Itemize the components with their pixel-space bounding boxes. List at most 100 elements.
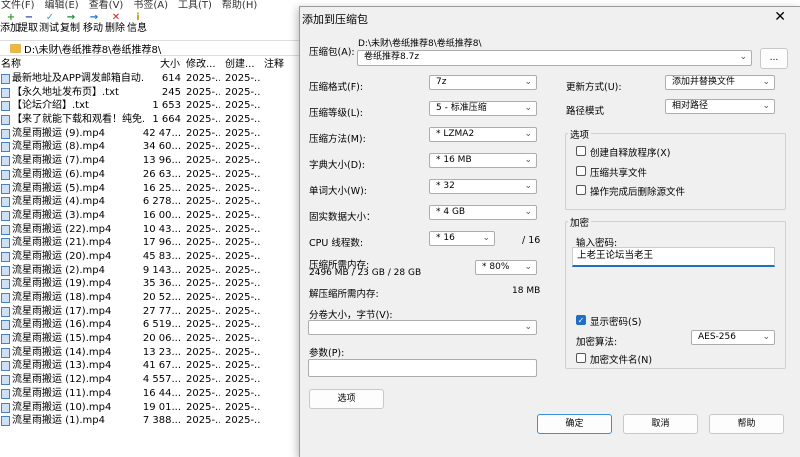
- menu-file[interactable]: 文件(F): [1, 0, 35, 12]
- solid-size-value: * 4 GB: [436, 207, 466, 217]
- ok-button[interactable]: 确定: [537, 414, 612, 434]
- menu-tools[interactable]: 工具(T): [178, 0, 212, 12]
- file-name: 流星雨搬运 (15).mp4: [12, 333, 112, 345]
- toolbar-button-4[interactable]: → 移动: [83, 12, 105, 34]
- word-size-value: * 32: [436, 181, 455, 191]
- chevron-down-icon: ⌄: [524, 103, 532, 113]
- file-row[interactable]: 流星雨搬运 (3).mp4 16 00... 2025-... 2025-...: [0, 209, 300, 223]
- file-created: 2025-...: [225, 360, 261, 372]
- file-row[interactable]: 流星雨搬运 (20).mp4 45 83... 2025-... 2025-...: [0, 250, 300, 264]
- file-icon: [1, 361, 10, 372]
- file-name: 流星雨搬运 (10).mp4: [12, 401, 112, 413]
- parameters-input[interactable]: [308, 359, 537, 377]
- file-modified: 2025-...: [186, 346, 220, 358]
- path-mode-select[interactable]: 相对路径 ⌄: [665, 99, 775, 114]
- toolbar-label: 信息: [127, 23, 147, 34]
- dictionary-value: * 16 MB: [436, 155, 472, 165]
- menu-help[interactable]: 帮助(H): [222, 0, 257, 12]
- method-select[interactable]: * LZMA2 ⌄: [429, 127, 537, 142]
- decompress-memory-value: 18 MB: [512, 286, 541, 296]
- delete-after-checkbox[interactable]: [576, 185, 586, 195]
- file-row[interactable]: 流星雨搬运 (6).mp4 26 63... 2025-... 2025-...: [0, 168, 300, 182]
- compress-memory-value: 2496 MB / 23 GB / 28 GB: [309, 268, 422, 278]
- toolbar-button-1[interactable]: − 提取: [18, 12, 40, 34]
- options-button[interactable]: 选项: [309, 389, 384, 409]
- file-row[interactable]: 流星雨搬运 (11).mp4 16 44... 2025-... 2025-...: [0, 387, 300, 401]
- memory-percent-select[interactable]: * 80% ⌄: [475, 260, 537, 275]
- column-name[interactable]: 名称: [1, 58, 21, 71]
- file-row[interactable]: 流星雨搬运 (7).mp4 13 96... 2025-... 2025-...: [0, 154, 300, 168]
- file-name: 流星雨搬运 (12).mp4: [12, 374, 112, 386]
- address-bar[interactable]: D:\未财\卷纸推荐8\卷纸推荐8\: [0, 40, 300, 56]
- column-created[interactable]: 创建...: [225, 58, 255, 71]
- password-input[interactable]: 上老王论坛当老王: [572, 247, 775, 267]
- word-size-select[interactable]: * 32 ⌄: [429, 179, 537, 194]
- file-row[interactable]: 流星雨搬运 (13).mp4 41 67... 2025-... 2025-...: [0, 359, 300, 373]
- file-size: 10 43...: [142, 223, 181, 235]
- file-row[interactable]: 流星雨搬运 (18).mp4 20 52... 2025-... 2025-...: [0, 291, 300, 305]
- menu-edit[interactable]: 编辑(E): [45, 0, 79, 12]
- file-row[interactable]: 流星雨搬运 (14).mp4 13 23... 2025-... 2025-...: [0, 346, 300, 360]
- file-row[interactable]: 流星雨搬运 (5).mp4 16 25... 2025-... 2025-...: [0, 182, 300, 196]
- level-select[interactable]: 5 - 标准压缩 ⌄: [429, 101, 537, 116]
- file-size: 26 63...: [142, 168, 181, 180]
- close-icon[interactable]: ✕: [774, 9, 786, 25]
- browse-button[interactable]: ...: [760, 48, 788, 69]
- update-mode-select[interactable]: 添加并替换文件 ⌄: [665, 75, 775, 90]
- toolbar-button-5[interactable]: ✕ 删除: [105, 12, 127, 34]
- file-row[interactable]: 流星雨搬运 (22).mp4 10 43... 2025-... 2025-...: [0, 223, 300, 237]
- file-row[interactable]: 流星雨搬运 (15).mp4 20 06... 2025-... 2025-...: [0, 332, 300, 346]
- menu-view[interactable]: 查看(V): [89, 0, 124, 12]
- solid-size-select[interactable]: * 4 GB ⌄: [429, 205, 537, 220]
- file-row[interactable]: 【来了就能下载和观看！纯免... 1 664 2025-... 2025-...: [0, 113, 300, 127]
- dictionary-select[interactable]: * 16 MB ⌄: [429, 153, 537, 168]
- format-value: 7z: [436, 77, 447, 87]
- file-row[interactable]: 流星雨搬运 (1).mp4 7 388... 2025-... 2025-...: [0, 414, 300, 428]
- file-icon: [1, 210, 10, 221]
- file-row[interactable]: 【永久地址发布页】.txt 245 2025-... 2025-...: [0, 86, 300, 100]
- file-name: 流星雨搬运 (19).mp4: [12, 278, 112, 290]
- file-row[interactable]: 【论坛介绍】.txt 1 653 2025-... 2025-...: [0, 99, 300, 113]
- toolbar-button-2[interactable]: ✓ 测试: [39, 12, 61, 34]
- file-row[interactable]: 流星雨搬运 (9).mp4 42 47... 2025-... 2025-...: [0, 127, 300, 141]
- file-size: 614: [161, 73, 181, 84]
- file-row[interactable]: 流星雨搬运 (21).mp4 17 96... 2025-... 2025-...: [0, 236, 300, 250]
- column-size[interactable]: 大小: [160, 58, 180, 71]
- show-password-checkbox[interactable]: ✓: [576, 315, 586, 325]
- encryption-method-select[interactable]: AES-256 ⌄: [691, 330, 775, 345]
- file-row[interactable]: 流星雨搬运 (10).mp4 19 01... 2025-... 2025-...: [0, 401, 300, 415]
- file-row[interactable]: 流星雨搬运 (16).mp4 6 519... 2025-... 2025-...: [0, 318, 300, 332]
- file-row[interactable]: 流星雨搬运 (17).mp4 27 77... 2025-... 2025-...: [0, 305, 300, 319]
- cpu-threads-select[interactable]: * 16 ⌄: [429, 231, 495, 246]
- split-size-combo[interactable]: ⌄: [308, 320, 537, 335]
- format-select[interactable]: 7z ⌄: [429, 75, 537, 90]
- file-row[interactable]: 流星雨搬运 (4).mp4 6 278... 2025-... 2025-...: [0, 195, 300, 209]
- file-modified: 2025-...: [186, 264, 220, 276]
- column-modified[interactable]: 修改...: [186, 58, 216, 71]
- file-icon: [1, 279, 10, 290]
- column-comment[interactable]: 注释: [264, 58, 284, 71]
- toolbar-button-6[interactable]: i 信息: [127, 12, 149, 34]
- toolbar-label: 复制: [60, 23, 80, 34]
- file-row[interactable]: 流星雨搬运 (19).mp4 35 36... 2025-... 2025-...: [0, 277, 300, 291]
- file-created: 2025-...: [225, 415, 261, 427]
- file-modified: 2025-...: [186, 141, 220, 153]
- help-button[interactable]: 帮助: [709, 414, 784, 434]
- file-icon: [1, 156, 10, 167]
- toolbar: + 添加 − 提取 ✓ 测试 → 复制 → 移动 ✕ 删除 i 信息: [0, 12, 300, 38]
- shared-files-checkbox[interactable]: [576, 166, 586, 176]
- file-row[interactable]: 最新地址及APP调发邮箱自动... 614 2025-... 2025-...: [0, 72, 300, 86]
- file-created: 2025-...: [225, 250, 261, 262]
- toolbar-button-3[interactable]: → 复制: [60, 12, 82, 34]
- file-row[interactable]: 流星雨搬运 (8).mp4 34 60... 2025-... 2025-...: [0, 140, 300, 154]
- file-modified: 2025-...: [186, 305, 220, 317]
- file-row[interactable]: 流星雨搬运 (2).mp4 9 143... 2025-... 2025-...: [0, 264, 300, 278]
- archive-name-combo[interactable]: 卷纸推荐8.7z ⌄: [357, 50, 752, 66]
- encrypt-names-checkbox[interactable]: [576, 353, 586, 363]
- menu-bookmarks[interactable]: 书签(A): [133, 0, 168, 12]
- file-row[interactable]: 流星雨搬运 (12).mp4 4 557... 2025-... 2025-...: [0, 373, 300, 387]
- sfx-checkbox[interactable]: [576, 146, 586, 156]
- file-name: 流星雨搬运 (1).mp4: [12, 415, 105, 427]
- cancel-button[interactable]: 取消: [623, 414, 698, 434]
- file-icon: [1, 251, 10, 262]
